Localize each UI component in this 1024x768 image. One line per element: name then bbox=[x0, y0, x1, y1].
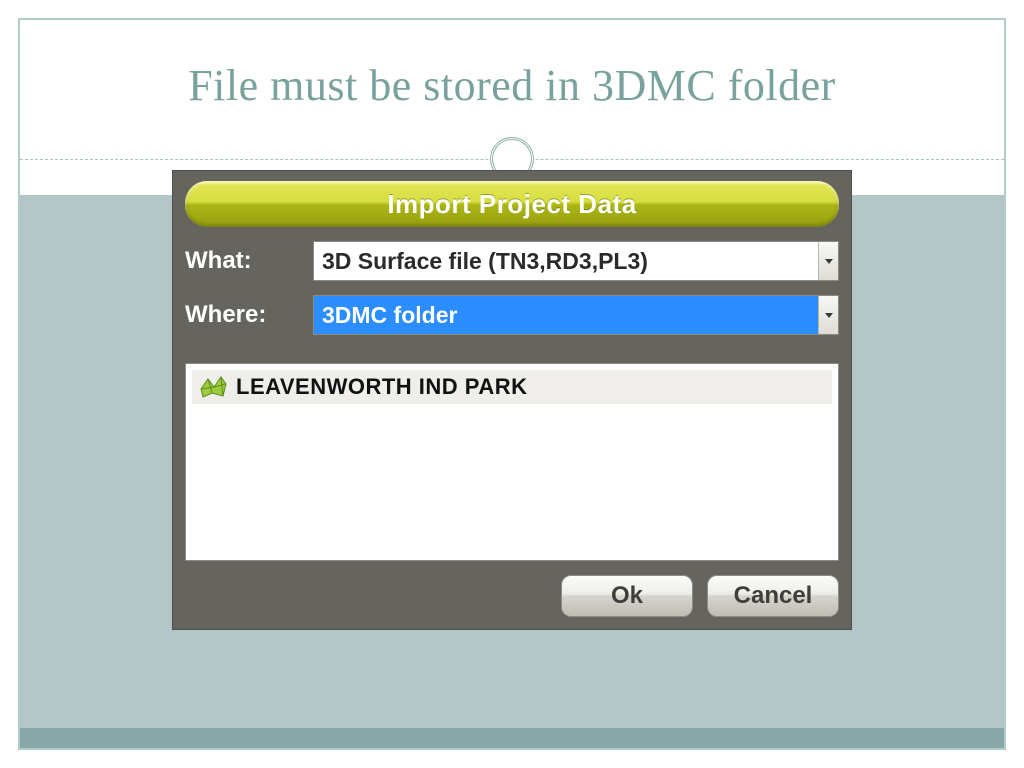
slide-title: File must be stored in 3DMC folder bbox=[20, 20, 1004, 131]
file-list[interactable]: LEAVENWORTH IND PARK bbox=[185, 363, 839, 561]
surface-icon bbox=[198, 375, 228, 399]
where-label: Where: bbox=[185, 301, 313, 329]
ok-button[interactable]: Ok bbox=[561, 575, 693, 617]
import-dialog: Import Project Data What: 3D Surface fil… bbox=[172, 170, 852, 630]
button-row: Ok Cancel bbox=[185, 575, 839, 617]
what-dropdown[interactable]: 3D Surface file (TN3,RD3,PL3) bbox=[313, 241, 839, 281]
cancel-button[interactable]: Cancel bbox=[707, 575, 839, 617]
chevron-down-icon[interactable] bbox=[818, 296, 838, 334]
what-row: What: 3D Surface file (TN3,RD3,PL3) bbox=[185, 241, 839, 281]
what-value: 3D Surface file (TN3,RD3,PL3) bbox=[314, 242, 818, 280]
bottom-strip bbox=[20, 728, 1004, 748]
what-label: What: bbox=[185, 247, 313, 275]
list-item[interactable]: LEAVENWORTH IND PARK bbox=[192, 370, 832, 404]
where-dropdown[interactable]: 3DMC folder bbox=[313, 295, 839, 335]
dialog-title: Import Project Data bbox=[185, 181, 839, 227]
list-item-label: LEAVENWORTH IND PARK bbox=[236, 374, 528, 400]
chevron-down-icon[interactable] bbox=[818, 242, 838, 280]
where-value: 3DMC folder bbox=[314, 296, 818, 334]
where-row: Where: 3DMC folder bbox=[185, 295, 839, 335]
